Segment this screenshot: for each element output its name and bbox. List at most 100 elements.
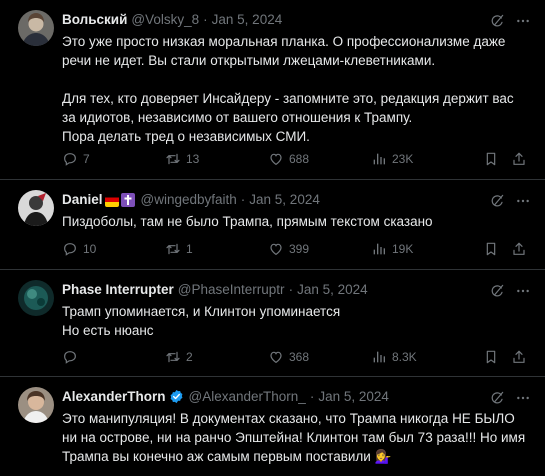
reply-count: 7 <box>83 152 90 166</box>
tweet-header: Вольский @Volsky_8 · Jan 5, 2024 <box>62 12 282 27</box>
handle[interactable]: @wingedbyfaith <box>141 192 237 207</box>
reply-button[interactable]: 10 <box>62 241 96 257</box>
more-icon[interactable] <box>515 283 531 299</box>
tweet-date[interactable]: Jan 5, 2024 <box>249 192 320 207</box>
cross-icon <box>120 192 135 207</box>
reply-count: 10 <box>83 242 97 256</box>
grok-icon[interactable] <box>489 390 505 406</box>
tweet-date[interactable]: Jan 5, 2024 <box>297 282 368 297</box>
tweet-paragraph: Но есть нюанс <box>62 323 154 338</box>
reply-button[interactable]: 7 <box>62 151 90 167</box>
views-button[interactable]: 8.3K <box>371 349 417 365</box>
reply-button[interactable] <box>62 349 83 365</box>
tweet-paragraph: Трамп упоминается, и Клинтон упоминается <box>62 304 341 319</box>
repost-icon <box>165 151 181 167</box>
bookmark-button[interactable] <box>483 241 499 257</box>
repost-icon <box>165 349 181 365</box>
tweet-text: Это уже просто низкая моральная планка. … <box>62 32 531 146</box>
like-count: 368 <box>289 350 310 364</box>
repost-count: 1 <box>186 242 193 256</box>
german-flag-icon <box>104 192 119 207</box>
tweet-paragraph: Пора делать тред о независимых СМИ. <box>62 129 310 144</box>
tweet-text: Это манипуляция! В документах сказано, ч… <box>62 409 531 466</box>
like-button[interactable]: 688 <box>268 151 309 167</box>
repost-icon <box>165 241 181 257</box>
share-button[interactable] <box>511 349 527 365</box>
tweet[interactable]: Phase Interrupter @PhaseInterruptr · Jan… <box>0 270 545 377</box>
timeline-feed: Вольский @Volsky_8 · Jan 5, 2024 Это уже… <box>0 0 545 476</box>
like-icon <box>268 151 284 167</box>
tweet-paragraph: Это уже просто низкая моральная планка. … <box>62 34 506 68</box>
handle[interactable]: @PhaseInterruptr <box>178 282 285 297</box>
tweet-text: Пиздоболы, там не было Трампа, прямым те… <box>62 212 531 231</box>
avatar[interactable] <box>18 190 54 226</box>
tweet[interactable]: AlexanderThorn @AlexanderThorn_ · Jan 5,… <box>0 377 545 476</box>
tweet-header: Phase Interrupter @PhaseInterruptr · Jan… <box>62 282 368 297</box>
share-icon <box>511 151 527 167</box>
separator: · <box>288 282 294 297</box>
bookmark-icon <box>483 151 499 167</box>
avatar[interactable] <box>18 387 54 423</box>
more-icon[interactable] <box>515 13 531 29</box>
tweet-text: Трамп упоминается, и Клинтон упоминается… <box>62 302 531 340</box>
views-count: 19K <box>392 242 414 256</box>
handle[interactable]: @Volsky_8 <box>131 12 199 27</box>
grok-icon[interactable] <box>489 193 505 209</box>
views-icon <box>371 349 387 365</box>
views-icon <box>371 151 387 167</box>
display-name[interactable]: Daniel <box>62 192 103 207</box>
like-icon <box>268 241 284 257</box>
separator: · <box>240 192 246 207</box>
reply-icon <box>62 349 78 365</box>
tweet-paragraph: Для тех, кто доверяет Инсайдеру - запомн… <box>62 91 514 125</box>
more-icon[interactable] <box>515 390 531 406</box>
more-icon[interactable] <box>515 193 531 209</box>
repost-button[interactable]: 1 <box>165 241 193 257</box>
repost-count: 2 <box>186 350 193 364</box>
separator: · <box>309 389 315 404</box>
tweet-date[interactable]: Jan 5, 2024 <box>318 389 389 404</box>
repost-count: 13 <box>186 152 200 166</box>
separator: · <box>203 12 208 27</box>
tweet-header: Daniel @wingedbyfaith · Jan 5, 2024 <box>62 192 320 207</box>
like-button[interactable]: 399 <box>268 241 309 257</box>
views-icon <box>371 241 387 257</box>
grok-icon[interactable] <box>489 13 505 29</box>
handle[interactable]: @AlexanderThorn_ <box>189 389 306 404</box>
tweet-actions: 7 13 688 23K <box>62 151 531 169</box>
tweet[interactable]: Вольский @Volsky_8 · Jan 5, 2024 Это уже… <box>0 0 545 180</box>
display-name[interactable]: Вольский <box>62 12 127 27</box>
share-icon <box>511 349 527 365</box>
tweet-date[interactable]: Jan 5, 2024 <box>212 12 283 27</box>
views-button[interactable]: 23K <box>371 151 413 167</box>
views-button[interactable]: 19K <box>371 241 413 257</box>
like-icon <box>268 349 284 365</box>
reply-icon <box>62 241 78 257</box>
tweet-paragraph: Пиздоболы, там не было Трампа, прямым те… <box>62 214 433 229</box>
like-button[interactable]: 368 <box>268 349 309 365</box>
share-button[interactable] <box>511 241 527 257</box>
repost-button[interactable]: 13 <box>165 151 199 167</box>
views-count: 23K <box>392 152 414 166</box>
bookmark-icon <box>483 241 499 257</box>
bookmark-icon <box>483 349 499 365</box>
bookmark-button[interactable] <box>483 151 499 167</box>
views-count: 8.3K <box>392 350 417 364</box>
like-count: 688 <box>289 152 310 166</box>
tweet-header: AlexanderThorn @AlexanderThorn_ · Jan 5,… <box>62 389 389 404</box>
grok-icon[interactable] <box>489 283 505 299</box>
share-icon <box>511 241 527 257</box>
share-button[interactable] <box>511 151 527 167</box>
tweet-paragraph: Это манипуляция! В документах сказано, ч… <box>62 411 526 464</box>
bookmark-button[interactable] <box>483 349 499 365</box>
reply-icon <box>62 151 78 167</box>
display-name[interactable]: Phase Interrupter <box>62 282 174 297</box>
like-count: 399 <box>289 242 310 256</box>
repost-button[interactable]: 2 <box>165 349 193 365</box>
tweet[interactable]: Daniel @wingedbyfaith · Jan 5, 2024 Пизд… <box>0 180 545 270</box>
display-name[interactable]: AlexanderThorn <box>62 389 166 404</box>
avatar[interactable] <box>18 10 54 46</box>
avatar[interactable] <box>18 280 54 316</box>
tweet-actions: 2 368 8.3K <box>62 349 531 367</box>
tweet-actions: 10 1 399 19K <box>62 241 531 259</box>
